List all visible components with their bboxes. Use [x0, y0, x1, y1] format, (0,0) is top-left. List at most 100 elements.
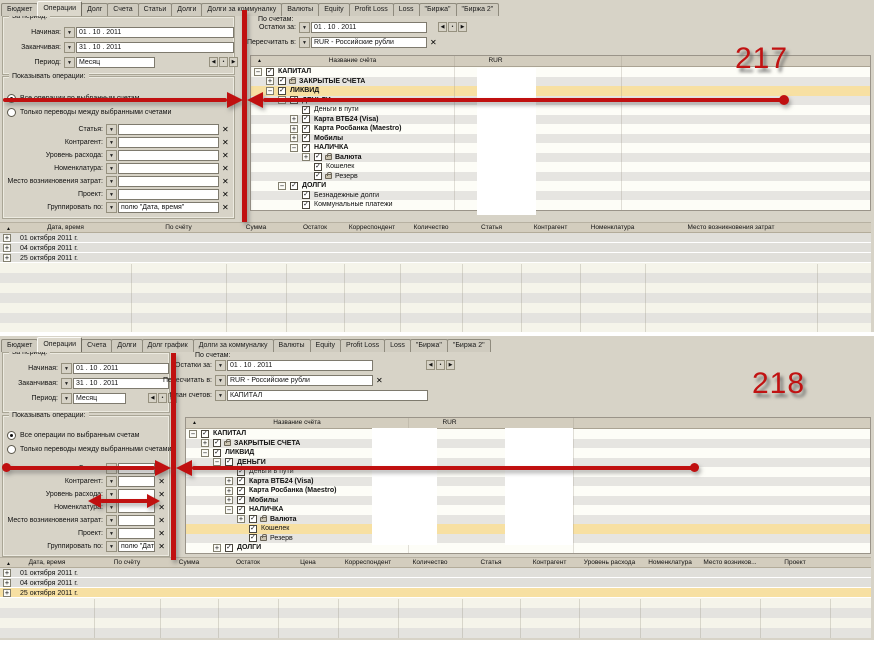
- tab[interactable]: "Биржа 2": [456, 3, 500, 16]
- dropdown-button[interactable]: ▼: [215, 390, 226, 401]
- tree-row[interactable]: ✓ Резерв: [251, 172, 870, 182]
- filter-input[interactable]: полю "Дата, время": [118, 202, 219, 213]
- checkbox[interactable]: ✓: [213, 449, 221, 457]
- checkbox[interactable]: ✓: [302, 191, 310, 199]
- dropdown-button[interactable]: ▼: [106, 150, 117, 161]
- expand-toggle-icon[interactable]: +: [3, 569, 11, 577]
- expand-toggle-icon[interactable]: +: [3, 244, 11, 252]
- checkbox[interactable]: ✓: [314, 163, 322, 171]
- expand-toggle-icon[interactable]: −: [266, 87, 274, 95]
- expand-toggle-icon[interactable]: +: [3, 579, 11, 587]
- column-header[interactable]: Статья: [462, 558, 520, 567]
- table-row[interactable]: + 25 октября 2011 г.: [0, 588, 871, 598]
- column-header[interactable]: ▲ Дата, время: [0, 223, 131, 232]
- dropdown-button[interactable]: ▼: [61, 378, 72, 389]
- dropdown-button[interactable]: ▼: [64, 57, 75, 68]
- tree-row[interactable]: ✓ Коммунальные платежи: [251, 200, 870, 210]
- checkbox[interactable]: ✓: [201, 430, 209, 438]
- dropdown-button[interactable]: ▼: [106, 476, 117, 487]
- column-header[interactable]: Номенклатура: [640, 558, 700, 567]
- tab[interactable]: Profit Loss: [340, 339, 385, 352]
- column-header[interactable]: Остаток: [286, 223, 344, 232]
- account-field-input[interactable]: КАПИТАЛ: [227, 390, 428, 401]
- dropdown-button[interactable]: ▼: [106, 189, 117, 200]
- tab[interactable]: Profit Loss: [349, 3, 394, 16]
- tab[interactable]: Бюджет: [1, 339, 38, 352]
- column-header[interactable]: Сумма: [160, 558, 218, 567]
- clear-filter-button[interactable]: ✕: [222, 165, 229, 173]
- dropdown-button[interactable]: ▼: [106, 176, 117, 187]
- column-header[interactable]: Корреспондент: [338, 558, 398, 567]
- tree-row[interactable]: ✓ Кошелек: [251, 162, 870, 172]
- radio-button[interactable]: [7, 94, 16, 103]
- column-header[interactable]: Контрагент: [521, 223, 580, 232]
- prev-period-button[interactable]: ◀: [209, 57, 218, 67]
- column-header[interactable]: Корреспондент: [344, 223, 400, 232]
- checkbox[interactable]: ✓: [237, 477, 245, 485]
- filter-input[interactable]: [118, 137, 219, 148]
- tab[interactable]: "Биржа": [410, 339, 448, 352]
- expand-toggle-icon[interactable]: −: [201, 449, 209, 457]
- dropdown-button[interactable]: ▼: [299, 37, 310, 48]
- tab[interactable]: Валюты: [281, 3, 319, 16]
- checkbox[interactable]: ✓: [213, 439, 221, 447]
- next-button[interactable]: ▶: [446, 360, 455, 370]
- tree-name-column-header[interactable]: Название счёта: [186, 419, 408, 426]
- dropdown-button[interactable]: ▼: [61, 363, 72, 374]
- dropdown-button[interactable]: ▼: [106, 489, 117, 500]
- date-input[interactable]: 01 . 10 . 2011: [73, 363, 169, 374]
- tree-row[interactable]: − ✓ ДЕНЬГИ: [251, 96, 870, 106]
- date-input[interactable]: Месяц: [76, 57, 155, 68]
- dropdown-button[interactable]: ▼: [64, 42, 75, 53]
- dropdown-button[interactable]: ▼: [215, 360, 226, 371]
- tab[interactable]: "Биржа 2": [447, 339, 491, 352]
- clear-filter-button[interactable]: ✕: [222, 126, 229, 134]
- clear-filter-button[interactable]: ✕: [158, 530, 165, 538]
- checkbox[interactable]: ✓: [302, 134, 310, 142]
- column-header[interactable]: Проект: [760, 558, 830, 567]
- tab[interactable]: Счета: [81, 339, 112, 352]
- tab[interactable]: Операции: [37, 1, 82, 16]
- checkbox[interactable]: ✓: [237, 506, 245, 514]
- account-field-input[interactable]: 01 . 10 . 2011: [311, 22, 427, 33]
- filter-input[interactable]: [118, 502, 155, 513]
- checkbox[interactable]: ✓: [302, 201, 310, 209]
- table-row[interactable]: + 01 октября 2011 г.: [0, 568, 871, 578]
- tree-row[interactable]: ✓ Безнадежные долги: [251, 191, 870, 201]
- next-button[interactable]: ▶: [458, 22, 467, 32]
- date-input[interactable]: 01 . 10 . 2011: [76, 27, 234, 38]
- radio-button[interactable]: [7, 445, 16, 454]
- column-header[interactable]: Количество: [400, 223, 462, 232]
- checkbox[interactable]: ✓: [290, 96, 298, 104]
- checkbox[interactable]: ✓: [302, 106, 310, 114]
- filter-input[interactable]: [118, 515, 155, 526]
- date-input[interactable]: 31 . 10 . 2011: [73, 378, 169, 389]
- expand-toggle-icon[interactable]: +: [225, 477, 233, 485]
- tab[interactable]: Статьи: [138, 3, 173, 16]
- checkbox[interactable]: ✓: [314, 153, 322, 161]
- checkbox[interactable]: ✓: [314, 172, 322, 180]
- tree-currency-column-header[interactable]: RUR: [408, 419, 491, 426]
- dropdown-button[interactable]: ▼: [106, 515, 117, 526]
- tree-row[interactable]: − ✓ КАПИТАЛ: [251, 67, 870, 77]
- checkbox[interactable]: ✓: [249, 515, 257, 523]
- tab[interactable]: Долги за коммуналку: [201, 3, 282, 16]
- checkbox[interactable]: ✓: [302, 144, 310, 152]
- tab[interactable]: Долг график: [142, 339, 194, 352]
- checkbox[interactable]: ✓: [266, 68, 274, 76]
- expand-toggle-icon[interactable]: +: [266, 77, 274, 85]
- prev-button[interactable]: ◀: [426, 360, 435, 370]
- column-header[interactable]: Сумма: [226, 223, 286, 232]
- checkbox[interactable]: ✓: [302, 125, 310, 133]
- tab[interactable]: Операции: [37, 337, 82, 352]
- column-header[interactable]: Остаток: [218, 558, 278, 567]
- clear-filter-button[interactable]: ✕: [158, 517, 165, 525]
- expand-toggle-icon[interactable]: −: [278, 182, 286, 190]
- expand-toggle-icon[interactable]: +: [201, 439, 209, 447]
- expand-toggle-icon[interactable]: +: [3, 234, 11, 242]
- filter-input[interactable]: [118, 528, 155, 539]
- account-field-input[interactable]: RUR - Российские рубли: [227, 375, 373, 386]
- column-header[interactable]: По счёту: [131, 223, 226, 232]
- clear-filter-button[interactable]: ✕: [222, 191, 229, 199]
- tab[interactable]: Долг: [81, 3, 108, 16]
